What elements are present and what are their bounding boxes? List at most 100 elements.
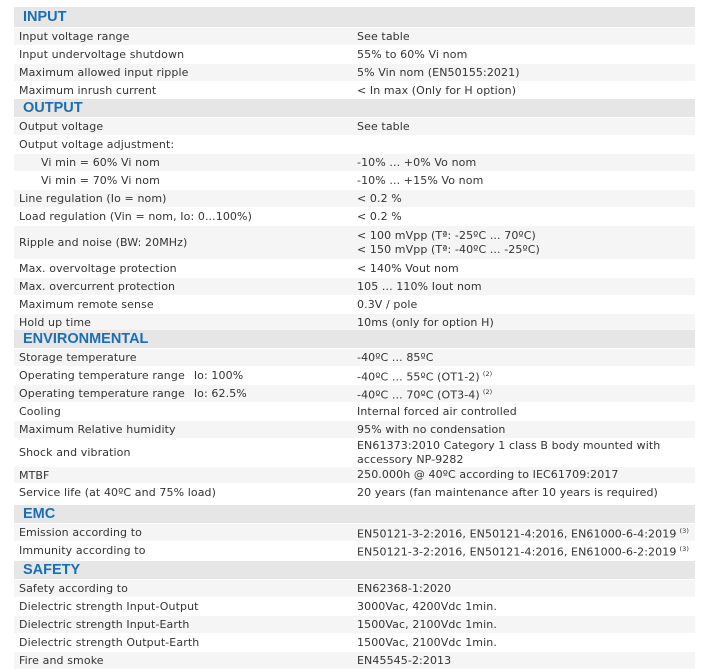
section-heading: INPUT — [14, 7, 695, 28]
spec-label: Vi min = 70% Vi nom — [14, 174, 354, 187]
spec-value-line: 105 ... 110% Iout nom — [357, 279, 482, 293]
spec-row: Maximum inrush current < In max (Only for… — [14, 82, 695, 100]
spec-value-line: < 100 mVpp (Tª: -25ºC ... 70ºC) — [357, 228, 536, 242]
spec-value-line: See table — [357, 119, 410, 133]
spec-label: Output voltage adjustment: — [14, 138, 354, 151]
spec-row: Operating temperature range Io: 62.5% -40º… — [14, 385, 695, 403]
spec-label: Shock and vibration — [14, 446, 354, 459]
spec-label-text: Line regulation (Io = nom) — [19, 192, 167, 205]
spec-label: Max. overvoltage protection — [14, 262, 354, 275]
spec-row: Input voltage range See table — [14, 28, 695, 46]
spec-label-text: Max. overvoltage protection — [19, 262, 177, 275]
spec-value: -40ºC ... 85ºC — [354, 351, 695, 365]
spec-value-line: EN50121-3-2:2016, EN50121-4:2016, EN6100… — [357, 545, 677, 559]
spec-value: -40ºC ... 70ºC (OT3-4) (2) — [354, 385, 695, 403]
spec-row: Ripple and noise (BW: 20MHz) < 100 mVpp (… — [14, 226, 695, 260]
spec-row: Maximum remote sense 0.3V / pole — [14, 296, 695, 314]
spec-label-text: Load regulation (Vin = nom, Io: 0...100%… — [19, 210, 252, 223]
spec-label-text: Dielectric strength Output-Earth — [19, 636, 200, 649]
spec-row: Immunity according to EN50121-3-2:2016, E… — [14, 542, 695, 560]
spec-value-line: -40ºC ... 70ºC (OT3-4) — [357, 388, 480, 402]
spec-value-line: 10ms (only for option H) — [357, 315, 494, 329]
section-environmental: ENVIRONMENTAL Storage temperature -40ºC ..… — [14, 330, 695, 502]
spec-row: Service life (at 40ºC and 75% load) 20 ye… — [14, 484, 695, 502]
spec-value: 55% to 60% Vi nom — [354, 48, 695, 62]
spec-label-text: Vi min = 70% Vi nom — [41, 174, 160, 187]
spec-value-line: EN50121-3-2:2016, EN50121-4:2016, EN6100… — [357, 527, 677, 541]
spec-value-line: < 0.2 % — [357, 209, 402, 223]
spec-row: Maximum allowed input ripple 5% Vin nom (… — [14, 64, 695, 82]
spec-label: Immunity according to — [14, 544, 354, 557]
spec-label: Hold up time — [14, 316, 354, 329]
spec-value-line: < In max (Only for H option) — [357, 83, 517, 97]
spec-value-line: 95% with no condensation — [357, 422, 506, 436]
spec-value: < 0.2 % — [354, 192, 695, 206]
spec-label-text: Maximum remote sense — [19, 298, 154, 311]
spec-row: Safety according to EN62368-1:2020 — [14, 580, 695, 598]
footnote-reference: (2) — [482, 369, 493, 378]
spec-value-line: < 140% Vout nom — [357, 261, 459, 275]
spec-label: Maximum allowed input ripple — [14, 66, 354, 79]
spec-label: Dielectric strength Output-Earth — [14, 636, 354, 649]
spec-row: Cooling Internal forced air controlled — [14, 403, 695, 421]
section-heading: SAFETY — [14, 561, 695, 580]
spec-value-line: < 150 mVpp (Tª: -40ºC ... -25ºC) — [357, 242, 540, 256]
spec-label-text: Maximum inrush current — [19, 84, 157, 97]
spec-label-text: Dielectric strength Input-Earth — [19, 618, 190, 631]
spec-value-line: 0.3V / pole — [357, 297, 418, 311]
spec-label-text: Immunity according to — [19, 544, 146, 557]
spec-label-text: Input undervoltage shutdown — [19, 48, 185, 61]
spec-value-line: 1500Vac, 2100Vdc 1min. — [357, 617, 497, 631]
spec-value: EN62368-1:2020 — [354, 582, 695, 596]
spec-label: Operating temperature range Io: 62.5% — [14, 387, 354, 400]
spec-sublabel: Io: 62.5% — [193, 387, 247, 400]
footnote-reference: (3) — [679, 526, 689, 535]
spec-label: Dielectric strength Input-Output — [14, 600, 354, 613]
section-emc: EMC Emission according to EN50121-3-2:2016… — [14, 505, 695, 560]
spec-label-text: Dielectric strength Input-Output — [19, 600, 199, 613]
spec-value-line: 1500Vac, 2100Vdc 1min. — [357, 635, 497, 649]
spec-row: Max. overcurrent protection 105 ... 110% … — [14, 278, 695, 296]
spec-value-line: EN61373:2010 Category 1 class B body mou… — [357, 438, 661, 452]
spec-label: Service life (at 40ºC and 75% load) — [14, 486, 354, 499]
spec-label: Cooling — [14, 405, 354, 418]
spec-label-text: Max. overcurrent protection — [19, 280, 176, 293]
spec-label: Maximum Relative humidity — [14, 423, 354, 436]
spec-value-line: EN62368-1:2020 — [357, 581, 452, 595]
section-heading: ENVIRONMENTAL — [14, 330, 695, 349]
footnote-reference: (2) — [482, 387, 493, 396]
spec-label: Storage temperature — [14, 351, 354, 364]
spec-value: -40ºC ... 55ºC (OT1-2) (2) — [354, 367, 695, 385]
spec-value-line: Internal forced air controlled — [357, 404, 517, 418]
spec-value: See table — [354, 30, 695, 44]
spec-label: Maximum inrush current — [14, 84, 354, 97]
spec-value: EN50121-3-2:2016, EN50121-4:2016, EN6100… — [354, 542, 695, 560]
spec-label: Max. overcurrent protection — [14, 280, 354, 293]
spec-label: Emission according to — [14, 526, 354, 539]
spec-label-text: Safety according to — [19, 582, 129, 595]
spec-value: 1500Vac, 2100Vdc 1min. — [354, 618, 695, 632]
spec-label-text: Input voltage range — [19, 30, 130, 43]
spec-value: < In max (Only for H option) — [354, 84, 695, 98]
spec-row: Input undervoltage shutdown 55% to 60% Vi… — [14, 46, 695, 64]
spec-row: Load regulation (Vin = nom, Io: 0...100%… — [14, 208, 695, 226]
spec-label-text: MTBF — [19, 468, 50, 482]
spec-value: 10ms (only for option H) — [354, 316, 695, 330]
spec-label-text: Cooling — [19, 405, 61, 418]
spec-value-line: -10% ... +0% Vo nom — [357, 155, 477, 169]
spec-value: < 140% Vout nom — [354, 262, 695, 276]
spec-row: Shock and vibration EN61373:2010 Category… — [14, 439, 695, 467]
spec-label-text: Operating temperature range — [19, 369, 185, 382]
spec-label-text: Ripple and noise (BW: 20MHz) — [19, 236, 188, 249]
spec-label: Fire and smoke — [14, 654, 354, 667]
spec-label: Safety according to — [14, 582, 354, 595]
spec-label: Input undervoltage shutdown — [14, 48, 354, 61]
spec-row: Dielectric strength Input-Earth 1500Vac, … — [14, 616, 695, 634]
spec-row: Dielectric strength Output-Earth 1500Vac,… — [14, 634, 695, 652]
section-heading: EMC — [14, 505, 695, 524]
spec-value: 5% Vin nom (EN50155:2021) — [354, 66, 695, 80]
spec-value: EN50121-3-2:2016, EN50121-4:2016, EN6100… — [354, 524, 695, 542]
spec-value-line: 20 years (fan maintenance after 10 years… — [357, 485, 658, 499]
spec-label-text: Maximum Relative humidity — [19, 423, 176, 436]
spec-value-line: -10% ... +15% Vo nom — [357, 173, 484, 187]
